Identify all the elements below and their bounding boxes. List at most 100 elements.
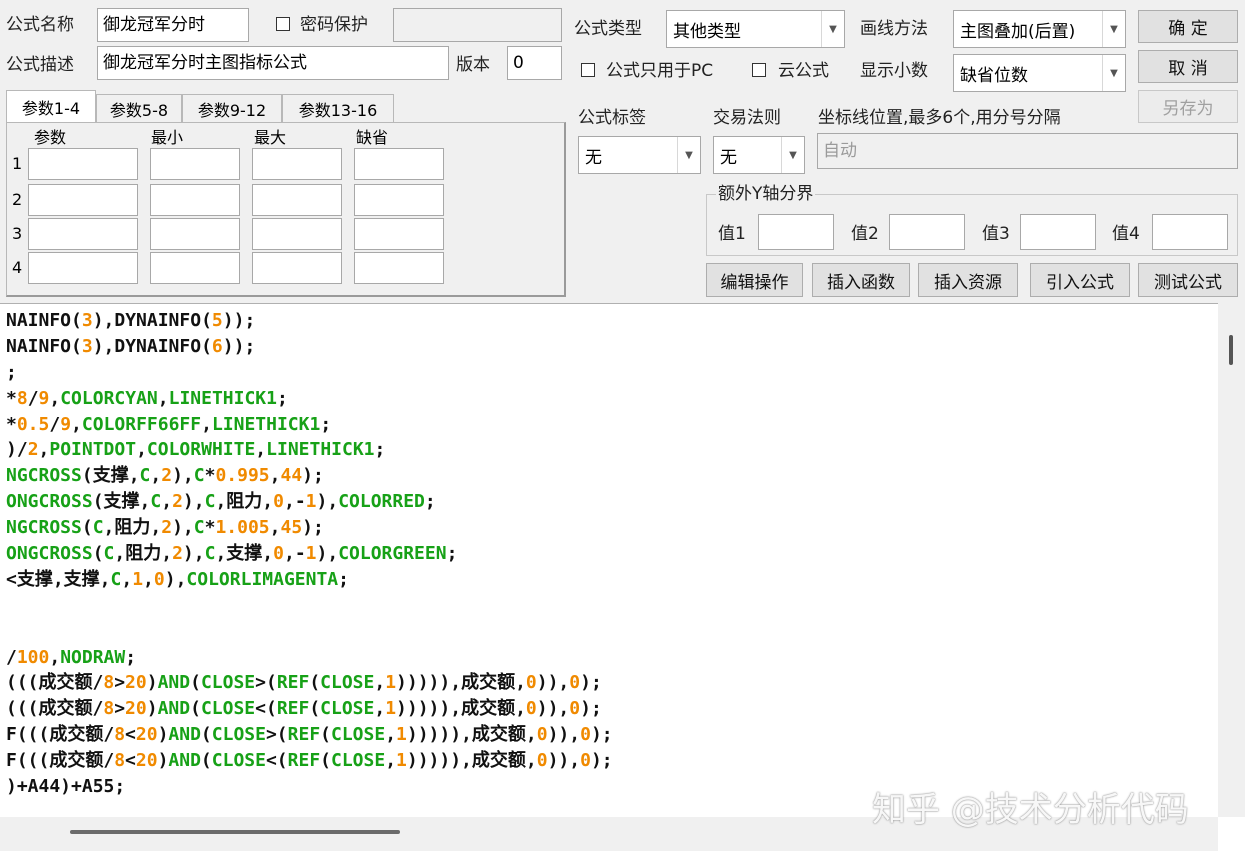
insert-function-button[interactable]: 插入函数 (812, 263, 910, 297)
y-value-3-input[interactable] (1020, 214, 1096, 250)
param-max-input[interactable] (252, 148, 342, 180)
code-token: ; (276, 387, 288, 409)
scrollbar-thumb[interactable] (1229, 335, 1233, 365)
code-line[interactable]: F(((成交额/8<20)AND(CLOSE<(REF(CLOSE,1)))))… (6, 748, 613, 774)
save-as-button[interactable]: 另存为 (1138, 90, 1238, 123)
code-line[interactable]: /100,NODRAW; (6, 645, 613, 671)
y-value-4-input[interactable] (1152, 214, 1228, 250)
code-token: , (150, 465, 162, 487)
chevron-down-icon[interactable]: ▼ (1102, 55, 1125, 91)
param-min-input[interactable] (150, 218, 240, 250)
code-line[interactable]: NGCROSS(C,阻力,2),C*1.005,45); (6, 515, 613, 541)
tab-params-9-12[interactable]: 参数9-12 (182, 94, 282, 122)
code-line[interactable]: ; (6, 360, 613, 386)
param-min-input[interactable] (150, 252, 240, 284)
code-line[interactable]: (((成交额/8>20)AND(CLOSE>(REF(CLOSE,1))))),… (6, 670, 613, 696)
code-token: / (27, 387, 39, 409)
code-number: 0 (569, 698, 581, 720)
code-keyword: LINETHICK1 (266, 439, 375, 461)
code-line[interactable]: )+A44)+A55; (6, 774, 613, 800)
code-line[interactable]: ONGCROSS(支撑,C,2),C,阻力,0,-1),COLORRED; (6, 489, 613, 515)
param-max-input[interactable] (252, 252, 342, 284)
param-default-input[interactable] (354, 148, 444, 180)
code-line[interactable]: )/2,POINTDOT,COLORWHITE,LINETHICK1; (6, 437, 613, 463)
code-number: 1 (396, 724, 407, 746)
code-token: , (143, 568, 154, 590)
param-default-input[interactable] (354, 252, 444, 284)
code-line[interactable]: NAINFO(3),DYNAINFO(5)); (6, 308, 613, 334)
scrollbar-thumb[interactable] (70, 830, 400, 834)
code-keyword: C (204, 491, 216, 513)
edit-ops-button[interactable]: 编辑操作 (706, 263, 803, 297)
code-token: )/ (6, 439, 28, 461)
code-line[interactable]: (((成交额/8>20)AND(CLOSE<(REF(CLOSE,1))))),… (6, 696, 613, 722)
code-token: ), (164, 568, 187, 590)
param-min-input[interactable] (150, 184, 240, 216)
code-line[interactable]: <支撑,支撑,C,1,0),COLORLIMAGENTA; (6, 567, 613, 593)
version-input[interactable]: 0 (507, 46, 562, 80)
param-name-input[interactable] (28, 218, 138, 250)
import-formula-button[interactable]: 引入公式 (1030, 263, 1130, 297)
password-input[interactable] (393, 8, 562, 42)
code-line[interactable] (6, 619, 613, 645)
chevron-down-icon[interactable]: ▼ (1102, 11, 1125, 47)
code-token: ,阻力, (215, 491, 274, 513)
code-line[interactable]: *8/9,COLORCYAN,LINETHICK1; (6, 386, 613, 412)
param-max-input[interactable] (252, 218, 342, 250)
test-formula-button[interactable]: 测试公式 (1138, 263, 1238, 297)
decimals-select[interactable]: 缺省位数 ▼ (953, 54, 1126, 92)
trade-rule-select[interactable]: 无 ▼ (713, 136, 805, 174)
formula-tag-select[interactable]: 无 ▼ (578, 136, 701, 174)
code-keyword: AND (168, 750, 201, 772)
code-token: , (136, 439, 147, 461)
formula-name-input[interactable]: 御龙冠军分时 (97, 8, 249, 42)
code-keyword: COLORGREEN (338, 543, 447, 565)
insert-resource-button[interactable]: 插入资源 (918, 263, 1018, 297)
param-name-input[interactable] (28, 184, 138, 216)
y-value-2-input[interactable] (889, 214, 965, 250)
tab-params-1-4[interactable]: 参数1-4 (6, 90, 96, 122)
code-line[interactable]: ONGCROSS(C,阻力,2),C,支撑,0,-1),COLORGREEN; (6, 541, 613, 567)
vertical-scrollbar[interactable] (1218, 303, 1245, 817)
code-line[interactable]: *0.5/9,COLORFF66FF,LINETHICK1; (6, 412, 613, 438)
param-max-input[interactable] (252, 184, 342, 216)
code-line[interactable]: NAINFO(3),DYNAINFO(6)); (6, 334, 613, 360)
param-min-input[interactable] (150, 148, 240, 180)
code-token: )), (536, 698, 570, 720)
code-text[interactable]: NAINFO(3),DYNAINFO(5)); NAINFO(3),DYNAINF… (6, 308, 613, 800)
password-checkbox[interactable] (276, 17, 290, 31)
param-header-max: 最大 (254, 128, 287, 147)
param-name-input[interactable] (28, 252, 138, 284)
param-default-input[interactable] (354, 184, 444, 216)
code-editor[interactable]: NAINFO(3),DYNAINFO(5)); NAINFO(3),DYNAINF… (0, 303, 1245, 852)
chevron-down-icon[interactable]: ▼ (781, 137, 804, 173)
param-default-input[interactable] (354, 218, 444, 250)
cloud-checkbox[interactable] (752, 63, 766, 77)
code-line[interactable]: NGCROSS(支撑,C,2),C*0.995,44); (6, 463, 613, 489)
y-value-1-input[interactable] (758, 214, 834, 250)
code-keyword: ONGCROSS (6, 543, 93, 565)
code-number: 0 (536, 750, 548, 772)
chevron-down-icon[interactable]: ▼ (821, 11, 844, 47)
code-token: ; (338, 568, 349, 590)
code-token: )); (222, 335, 256, 357)
chevron-down-icon[interactable]: ▼ (677, 137, 700, 173)
code-number: 0 (580, 750, 591, 772)
code-number: 2 (172, 491, 183, 513)
code-line[interactable]: F(((成交额/8<20)AND(CLOSE>(REF(CLOSE,1)))))… (6, 722, 613, 748)
code-token: )); (222, 310, 256, 331)
formula-type-select[interactable]: 其他类型 ▼ (666, 10, 845, 48)
cancel-button[interactable]: 取 消 (1138, 50, 1238, 83)
code-number: 0 (273, 543, 284, 565)
coord-line-input[interactable]: 自动 (817, 133, 1238, 169)
tab-params-13-16[interactable]: 参数13-16 (282, 94, 394, 122)
formula-desc-input[interactable]: 御龙冠军分时主图指标公式 (97, 46, 449, 80)
code-number: 20 (135, 750, 158, 772)
pc-only-checkbox[interactable] (581, 63, 595, 77)
ok-button[interactable]: 确 定 (1138, 10, 1238, 43)
draw-method-select[interactable]: 主图叠加(后置) ▼ (953, 10, 1126, 48)
code-line[interactable] (6, 593, 613, 619)
param-name-input[interactable] (28, 148, 138, 180)
code-token: * (204, 517, 216, 539)
tab-params-5-8[interactable]: 参数5-8 (96, 94, 182, 122)
